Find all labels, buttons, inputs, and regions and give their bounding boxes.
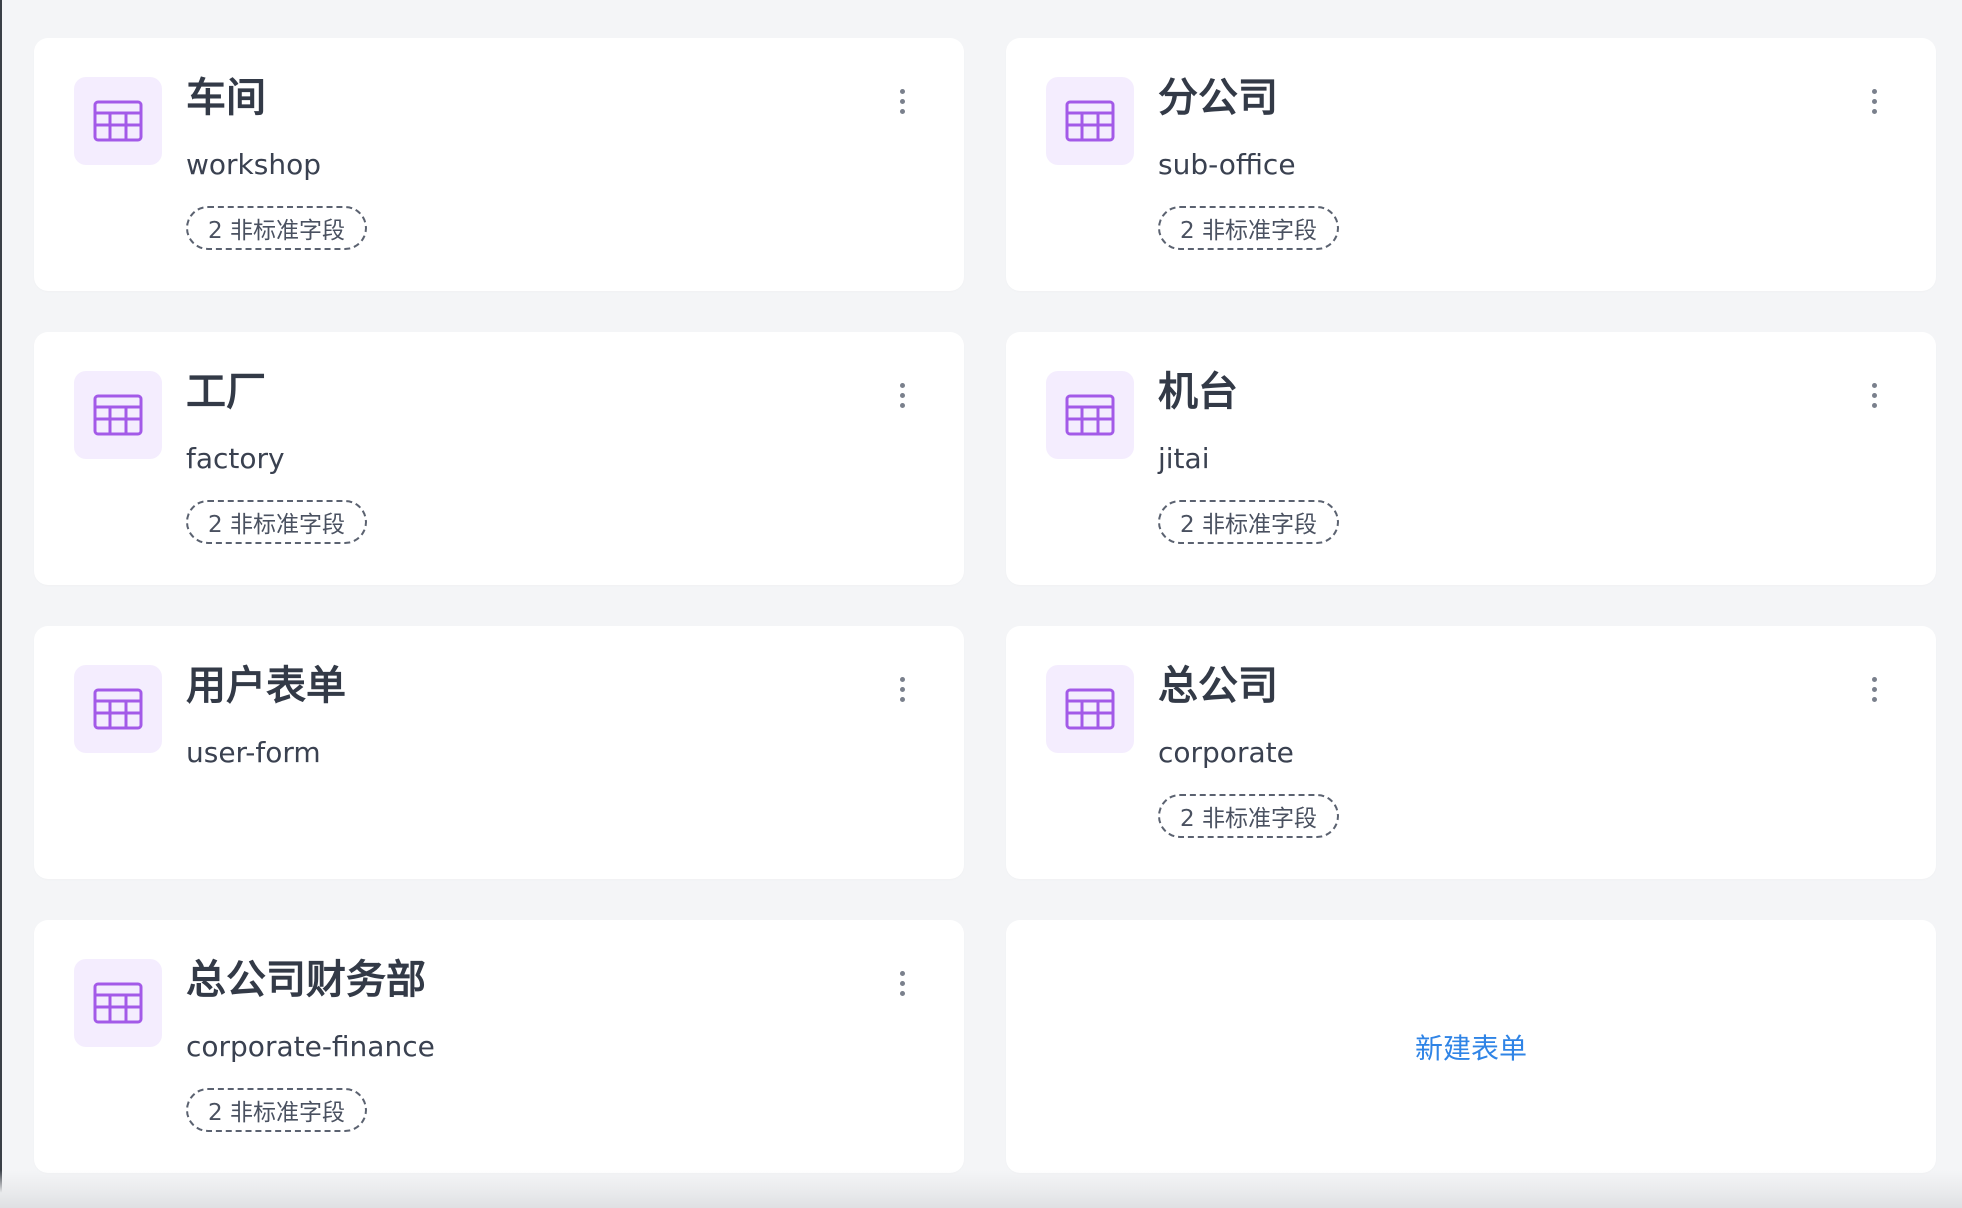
- more-vertical-icon[interactable]: [890, 962, 914, 1004]
- form-key: corporate-finance: [186, 1030, 435, 1063]
- field-count-badge: 2 非标准字段: [186, 206, 367, 250]
- form-key: factory: [186, 442, 285, 475]
- form-card[interactable]: 总公司财务部 corporate-finance 2 非标准字段: [34, 920, 964, 1173]
- table-icon: [74, 959, 162, 1047]
- more-vertical-icon[interactable]: [890, 80, 914, 122]
- form-card[interactable]: 用户表单 user-form: [34, 626, 964, 879]
- form-title: 工厂: [186, 369, 266, 415]
- form-title: 车间: [186, 75, 266, 121]
- field-count-badge: 2 非标准字段: [1158, 500, 1339, 544]
- bottom-fade: [0, 1170, 1962, 1208]
- table-icon: [74, 665, 162, 753]
- form-card[interactable]: 车间 workshop 2 非标准字段: [34, 38, 964, 291]
- table-icon: [1046, 77, 1134, 165]
- form-key: user-form: [186, 736, 321, 769]
- form-card[interactable]: 工厂 factory 2 非标准字段: [34, 332, 964, 585]
- field-count-badge: 2 非标准字段: [1158, 206, 1339, 250]
- new-form-card[interactable]: 新建表单: [1006, 920, 1936, 1173]
- more-vertical-icon[interactable]: [1862, 80, 1886, 122]
- table-icon: [74, 371, 162, 459]
- form-key: corporate: [1158, 736, 1294, 769]
- form-key: workshop: [186, 148, 321, 181]
- form-card[interactable]: 机台 jitai 2 非标准字段: [1006, 332, 1936, 585]
- field-count-badge: 2 非标准字段: [186, 1088, 367, 1132]
- more-vertical-icon[interactable]: [890, 374, 914, 416]
- table-icon: [74, 77, 162, 165]
- table-icon: [1046, 371, 1134, 459]
- table-icon: [1046, 665, 1134, 753]
- form-title: 机台: [1158, 369, 1238, 415]
- form-title: 总公司: [1158, 663, 1278, 709]
- window-edge: [0, 0, 2, 1208]
- form-card[interactable]: 分公司 sub-office 2 非标准字段: [1006, 38, 1936, 291]
- form-title: 总公司财务部: [186, 957, 426, 1003]
- form-title: 分公司: [1158, 75, 1278, 121]
- form-card[interactable]: 总公司 corporate 2 非标准字段: [1006, 626, 1936, 879]
- form-key: jitai: [1158, 442, 1210, 475]
- field-count-badge: 2 非标准字段: [186, 500, 367, 544]
- form-card-grid: 车间 workshop 2 非标准字段 分公司 sub-office 2 非标准…: [34, 38, 1936, 1173]
- more-vertical-icon[interactable]: [1862, 668, 1886, 710]
- new-form-button[interactable]: 新建表单: [1415, 1027, 1527, 1067]
- more-vertical-icon[interactable]: [890, 668, 914, 710]
- more-vertical-icon[interactable]: [1862, 374, 1886, 416]
- form-title: 用户表单: [186, 663, 346, 709]
- field-count-badge: 2 非标准字段: [1158, 794, 1339, 838]
- form-key: sub-office: [1158, 148, 1296, 181]
